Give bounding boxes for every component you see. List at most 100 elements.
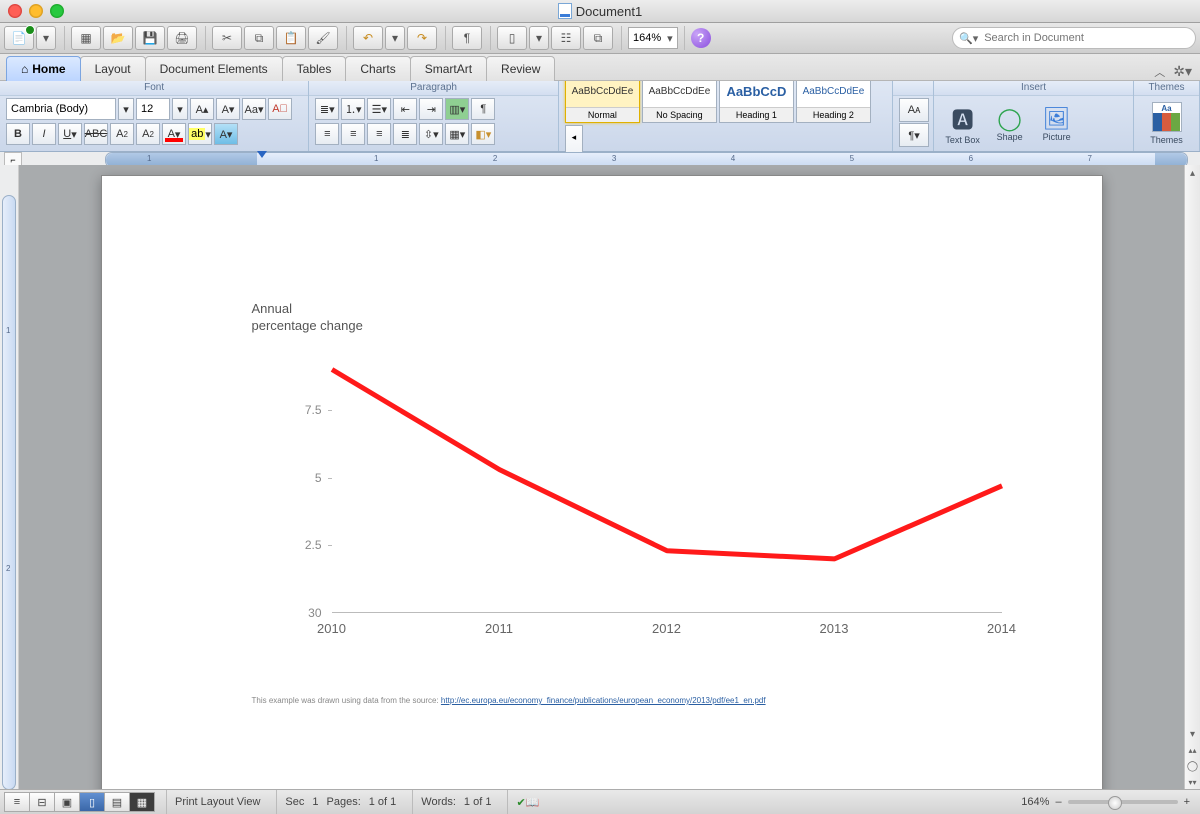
caption-link[interactable]: http://ec.europa.eu/economy_finance/publ… [441,696,766,705]
view-publishing-button[interactable]: ▣ [54,792,80,812]
search-input[interactable] [982,31,1189,45]
paragraph-marks-button[interactable]: ¶ [471,98,495,120]
tab-smartart[interactable]: SmartArt [410,56,487,81]
superscript-button[interactable]: A2 [110,123,134,145]
document-page[interactable]: Annualpercentage change 2.557.5302010201… [101,175,1103,790]
grow-font-button[interactable]: A▴ [190,98,214,120]
increase-indent-button[interactable]: ⇥ [419,98,443,120]
new-document-button[interactable]: 📄 [4,26,34,50]
undo-button[interactable]: ↶ [353,26,383,50]
tab-charts[interactable]: Charts [345,56,410,81]
redo-button[interactable]: ↷ [407,26,437,50]
style-name: No Spacing [643,107,716,122]
prev-page-button[interactable]: ▴▴ [1185,742,1200,758]
browse-object-button[interactable]: ◯ [1185,758,1200,774]
numbering-button[interactable]: ⒈▾ [341,98,365,120]
separator [490,26,491,50]
new-document-dropdown[interactable]: ▾ [36,26,56,50]
search-field[interactable]: 🔍▾ [952,27,1196,49]
borders-button[interactable]: ▦▾ [445,123,469,145]
undo-dropdown[interactable]: ▾ [385,26,405,50]
ribbon-settings-button[interactable]: ✲▾ [1173,63,1192,80]
tab-home[interactable]: ⌂ Home [6,56,81,81]
subscript-button[interactable]: A2 [136,123,160,145]
view-print-layout-button[interactable]: ▯ [79,792,105,812]
cut-button[interactable]: ✂ [212,26,242,50]
open-template-button[interactable]: ▦ [71,26,101,50]
help-button[interactable]: ? [691,28,711,48]
open-button[interactable]: 📂 [103,26,133,50]
ribbon-body: Font Cambria (Body) ▾ 12 ▾ A▴ A▾ Aa▾ A⃠ … [0,81,1200,152]
view-notebook-button[interactable]: ▤ [104,792,130,812]
line-spacing-button[interactable]: ⇳▾ [419,123,443,145]
styles-pane-button[interactable]: Aᴀ [899,98,929,122]
themes-button[interactable]: Aa [1152,102,1182,132]
shading-button[interactable]: ◧▾ [471,123,495,145]
tab-layout[interactable]: Layout [80,56,146,81]
align-center-button[interactable]: ≡ [341,123,365,145]
canvas[interactable]: Annualpercentage change 2.557.5302010201… [19,165,1184,790]
style-heading-2[interactable]: AaBbCcDdEeHeading 2 [796,75,871,123]
justify-button[interactable]: ≣ [393,123,417,145]
tab-review[interactable]: Review [486,56,555,81]
highlight-button[interactable]: ab▾ [188,123,212,145]
font-color-button[interactable]: A▾ [162,123,186,145]
font-size-dropdown[interactable]: ▾ [172,98,188,120]
sidebar-dropdown[interactable]: ▾ [529,26,549,50]
bullets-button[interactable]: ≣▾ [315,98,339,120]
scroll-down-button[interactable]: ▾ [1185,726,1200,742]
group-paragraph: Paragraph ≣▾ ⒈▾ ☰▾ ⇤ ⇥ ▥▾ ¶ ≡ ≡ ≡ ≣ ⇳▾ ▦… [309,81,559,151]
scroll-up-button[interactable]: ▴ [1185,165,1200,181]
align-left-button[interactable]: ≡ [315,123,339,145]
change-case-button[interactable]: Aa▾ [242,98,266,120]
print-button[interactable]: 🖨 [167,26,197,50]
manage-styles-button[interactable]: ¶▾ [899,123,929,147]
font-size-combo[interactable]: 12 [136,98,170,120]
zoom-in-button[interactable]: + [1184,796,1190,808]
collapse-ribbon-button[interactable]: ︿ [1154,64,1165,80]
style-normal[interactable]: AaBbCcDdEeNormal [565,75,640,123]
zoom-slider[interactable] [1068,800,1178,804]
zoom-out-button[interactable]: – [1055,796,1061,808]
zoom-combo[interactable]: 164% ▾ [628,27,678,49]
show-marks-button[interactable]: ¶ [452,26,482,50]
spellcheck-icon[interactable]: ✔📖 [516,796,539,809]
view-outline-button[interactable]: ⊟ [29,792,55,812]
bold-button[interactable]: B [6,123,30,145]
save-button[interactable]: 💾 [135,26,165,50]
gallery-button[interactable]: ⧉ [583,26,613,50]
font-name-dropdown[interactable]: ▾ [118,98,134,120]
font-name-combo[interactable]: Cambria (Body) [6,98,116,120]
vertical-scrollbar[interactable]: ▴ ▾ ▴▴ ◯ ▾▾ [1184,165,1200,790]
text-effects-button[interactable]: A▾ [214,123,238,145]
sidebar-button[interactable]: ▯ [497,26,527,50]
style-heading-1[interactable]: AaBbCcDHeading 1 [719,75,794,123]
format-painter-button[interactable]: 🖌 [308,26,338,50]
align-right-button[interactable]: ≡ [367,123,391,145]
insert-textbox-button[interactable]: 🅰Text Box [940,101,985,147]
insert-picture-button[interactable]: 🖼Picture [1034,101,1079,147]
decrease-indent-button[interactable]: ⇤ [393,98,417,120]
paste-button[interactable]: 📋 [276,26,306,50]
underline-button[interactable]: U▾ [58,123,82,145]
columns-button[interactable]: ▥▾ [445,98,469,120]
shrink-font-button[interactable]: A▾ [216,98,240,120]
separator [507,790,508,814]
multilevel-button[interactable]: ☰▾ [367,98,391,120]
toolbox-button[interactable]: ☷ [551,26,581,50]
view-focus-button[interactable]: ▦ [129,792,155,812]
strikethrough-button[interactable]: ABC [84,123,108,145]
zoom-thumb[interactable] [1108,796,1122,810]
vertical-ruler[interactable]: 123 [2,195,16,790]
tab-tables[interactable]: Tables [282,56,347,81]
label: Shape [997,132,1023,142]
view-draft-button[interactable]: ≡ [4,792,30,812]
next-page-button[interactable]: ▾▾ [1185,774,1200,790]
style-no-spacing[interactable]: AaBbCcDdEeNo Spacing [642,75,717,123]
italic-button[interactable]: I [32,123,56,145]
tab-document-elements[interactable]: Document Elements [145,56,283,81]
scroll-track[interactable] [1185,181,1200,726]
copy-button[interactable]: ⧉ [244,26,274,50]
clear-formatting-button[interactable]: A⃠ [268,98,292,120]
insert-shape-button[interactable]: ◯Shape [987,101,1032,147]
